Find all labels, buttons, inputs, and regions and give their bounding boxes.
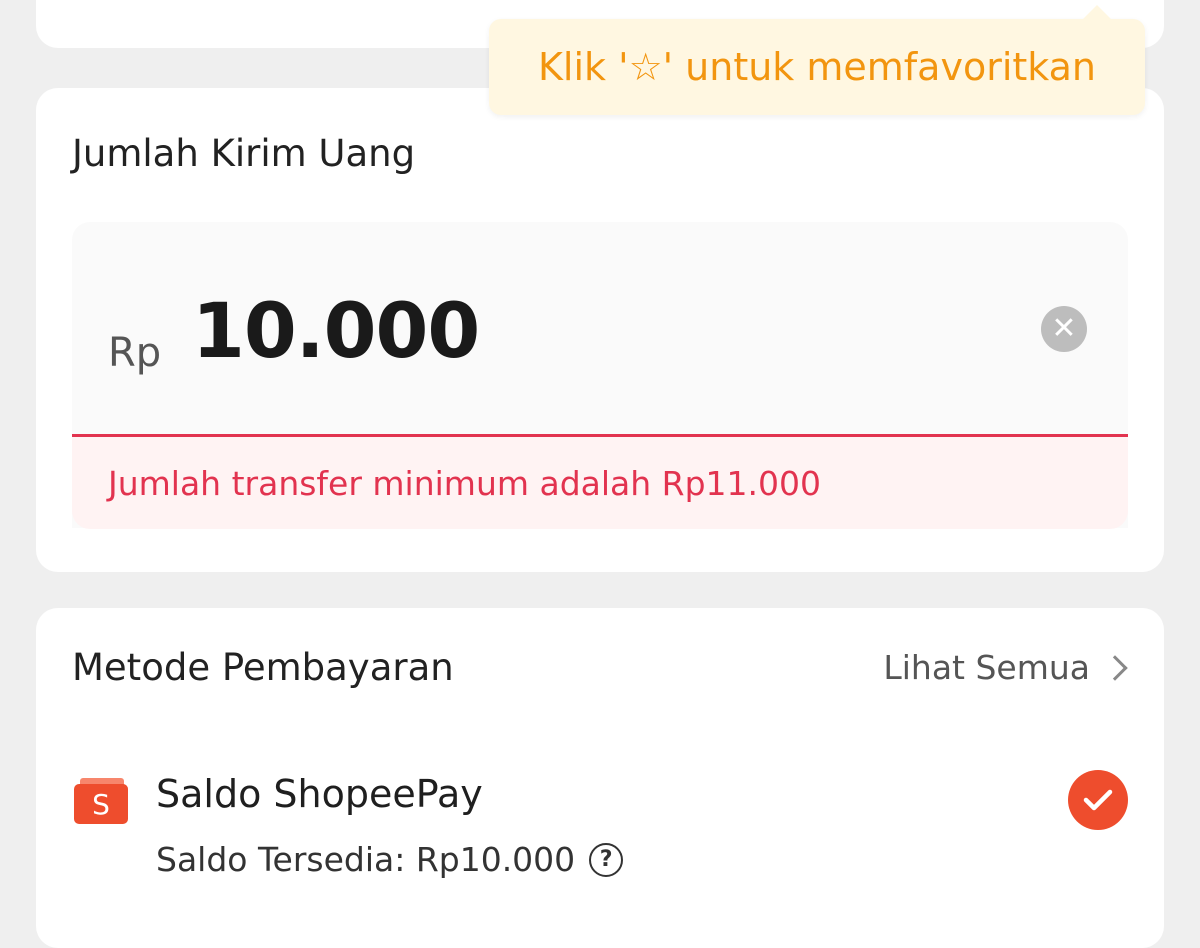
payment-method-card: Metode Pembayaran Lihat Semua S Saldo Sh… [36,608,1164,948]
checkmark-icon [1083,789,1113,811]
payment-section-title: Metode Pembayaran [72,646,454,689]
payment-method-name[interactable]: Saldo ShopeePay [156,772,483,816]
error-text: Jumlah transfer minimum adalah Rp11.000 [108,463,822,503]
amount-input[interactable]: 10.000 [192,286,480,375]
favorite-tooltip[interactable]: Klik '☆' untuk memfavoritkan [489,5,1145,115]
shopeepay-wallet-icon: S [74,778,128,824]
currency-label: Rp [108,330,162,376]
see-all-label: Lihat Semua [883,648,1090,687]
amount-section-title: Jumlah Kirim Uang [72,132,416,175]
transfer-amount-card: Jumlah Kirim Uang Rp 10.000 ✕ Jumlah tra… [36,88,1164,572]
tooltip-text: Klik '☆' untuk memfavoritkan [538,45,1096,89]
available-balance: Saldo Tersedia: Rp10.000 ? [156,840,624,879]
close-icon: ✕ [1051,311,1077,346]
amount-error-message: Jumlah transfer minimum adalah Rp11.000 [72,437,1128,529]
balance-text: Saldo Tersedia: Rp10.000 [156,840,576,879]
chevron-right-icon [1102,654,1128,681]
see-all-link[interactable]: Lihat Semua [883,648,1128,687]
svg-text:S: S [92,788,110,821]
clear-amount-button[interactable]: ✕ [1041,306,1087,352]
question-icon[interactable]: ? [589,842,624,877]
selected-check-icon[interactable] [1068,770,1128,830]
tooltip-arrow [1083,5,1111,19]
